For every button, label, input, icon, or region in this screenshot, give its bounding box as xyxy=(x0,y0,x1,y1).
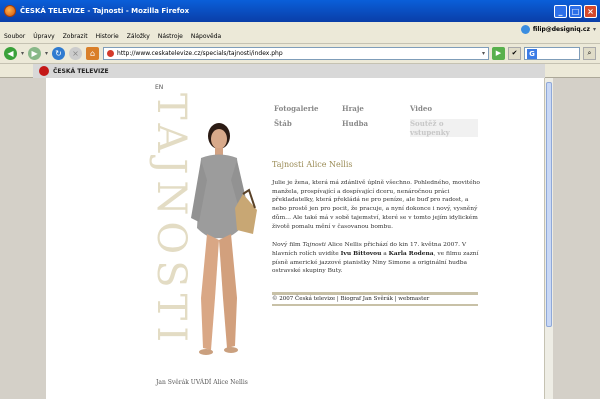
menu-zobrazit[interactable]: Zobrazit xyxy=(63,33,88,40)
actor-link-iva[interactable]: Ivu Bittovou xyxy=(341,250,382,257)
article-paragraph-2: Nový film Tajnosti Alice Nellis přichází… xyxy=(272,241,482,276)
bookmark-star-icon[interactable]: ✔ xyxy=(508,47,521,60)
stop-button[interactable]: × xyxy=(69,47,83,60)
minimize-button[interactable]: _ xyxy=(554,4,567,18)
site-favicon-icon xyxy=(107,50,115,57)
back-button[interactable]: ◀ xyxy=(4,47,17,60)
menu-zalozky[interactable]: Záložky xyxy=(127,33,150,40)
menu-upravy[interactable]: Úpravy xyxy=(33,33,54,40)
menu-napoveda[interactable]: Nápověda xyxy=(191,33,221,40)
para2-text-c: a xyxy=(381,250,389,257)
nav-link-hraje[interactable]: Hraje xyxy=(342,104,410,113)
nav-link-video[interactable]: Video xyxy=(410,104,478,113)
site-header-strip: ČESKÁ TELEVIZE xyxy=(33,64,545,78)
nav-link-hudba[interactable]: Hudba xyxy=(342,119,410,137)
film-credit: Jan Svěrák UVÁDÍ Alice Nellis xyxy=(156,379,248,386)
url-text: http://www.ceskatelevize.cz/specials/taj… xyxy=(117,50,283,57)
account-chip[interactable]: filip@designiq.cz ▾ xyxy=(520,25,596,34)
window-titlebar: ČESKÁ TELEVIZE - Tajnosti - Mozilla Fire… xyxy=(0,0,600,22)
film-title: Tajnosti xyxy=(302,242,326,249)
chevron-down-icon: ▾ xyxy=(592,26,596,33)
nav-link-stab[interactable]: Štáb xyxy=(274,119,342,137)
footer-divider xyxy=(272,292,478,295)
home-button[interactable]: ⌂ xyxy=(86,47,100,60)
menu-nastroje[interactable]: Nástroje xyxy=(158,33,183,40)
english-link[interactable]: EN xyxy=(155,84,163,91)
site-brand[interactable]: ČESKÁ TELEVIZE xyxy=(53,68,109,75)
window-title: ČESKÁ TELEVIZE - Tajnosti - Mozilla Fire… xyxy=(20,7,190,15)
search-box[interactable]: G xyxy=(524,47,580,60)
url-dropdown-icon[interactable]: ▾ xyxy=(482,50,485,57)
scrollbar-thumb[interactable] xyxy=(546,82,552,327)
right-gutter xyxy=(553,78,600,399)
left-gutter xyxy=(0,78,46,399)
firefox-icon xyxy=(4,5,16,17)
maximize-button[interactable]: □ xyxy=(569,4,582,18)
nav-link-soutez[interactable]: Soutěž o vstupenky xyxy=(410,119,478,137)
page-content: TAJNOSTI EN Fotogalerie Hraje Video Štáb… xyxy=(46,78,544,399)
actress-figure xyxy=(191,123,257,355)
forward-history-chevron-icon[interactable]: ▾ xyxy=(45,50,48,57)
go-button[interactable]: ▶ xyxy=(492,47,505,60)
forward-button[interactable]: ▶ xyxy=(28,47,42,60)
account-email: filip@designiq.cz xyxy=(532,26,590,33)
reload-button[interactable]: ↻ xyxy=(52,47,66,60)
navigation-toolbar: ◀ ▾ ▶ ▾ ↻ × ⌂ http://www.ceskatelevize.c… xyxy=(0,44,600,64)
article-paragraph-1: Julie je žena, která má zdánlivě úplně v… xyxy=(272,180,480,230)
site-nav: Fotogalerie Hraje Video Štáb Hudba Soutě… xyxy=(274,104,478,137)
menu-soubor[interactable]: Soubor xyxy=(4,33,25,40)
menu-historie[interactable]: Historie xyxy=(96,33,119,40)
article-heading: Tajnosti Alice Nellis xyxy=(272,160,353,169)
close-button[interactable]: × xyxy=(584,4,597,18)
menu-bar: Soubor Úpravy Zobrazit Historie Záložky … xyxy=(0,22,600,44)
search-engine-icon[interactable]: G xyxy=(527,48,537,59)
search-go-icon[interactable]: ⌕ xyxy=(583,47,596,60)
page-footer[interactable]: © 2007 Česká televize | Biograf Jan Svěr… xyxy=(272,296,492,302)
user-icon xyxy=(520,25,530,34)
url-bar[interactable]: http://www.ceskatelevize.cz/specials/taj… xyxy=(103,47,489,60)
vertical-scrollbar[interactable] xyxy=(544,78,553,399)
ct-logo-icon[interactable] xyxy=(39,66,49,76)
actor-link-karel[interactable]: Karla Rodena xyxy=(389,250,434,257)
article: Tajnosti Alice Nellis Julie je žena, kte… xyxy=(272,160,482,286)
back-history-chevron-icon[interactable]: ▾ xyxy=(21,50,24,57)
footer-divider-bottom xyxy=(272,304,478,306)
nav-link-fotogalerie[interactable]: Fotogalerie xyxy=(274,104,342,113)
para2-text-a: Nový film xyxy=(272,242,303,249)
